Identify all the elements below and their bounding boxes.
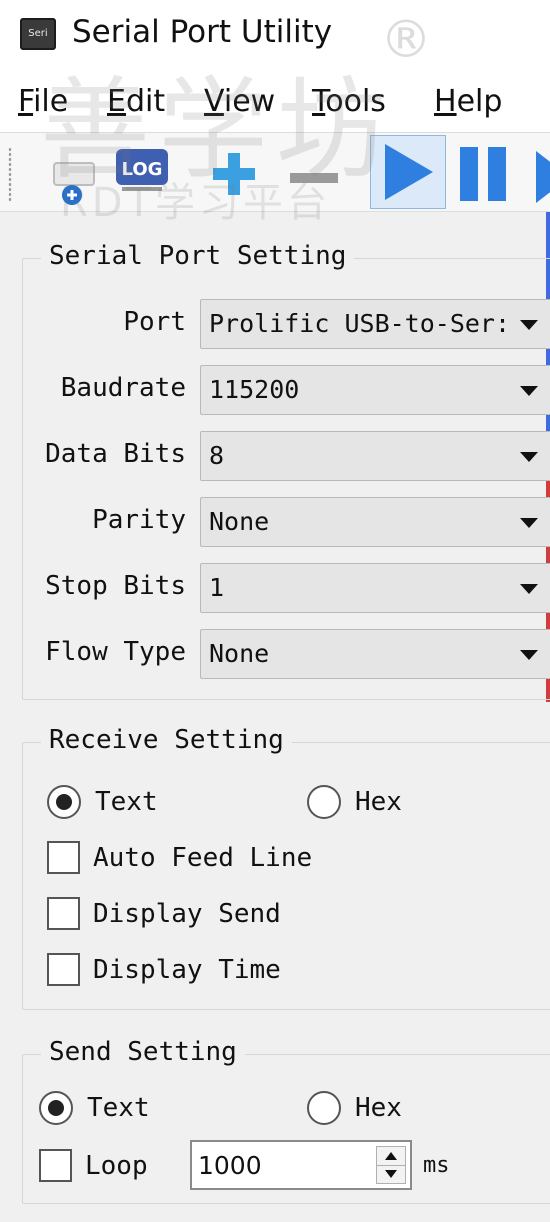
- receive-hex-label: Hex: [355, 787, 402, 817]
- flow-type-value: None: [209, 639, 270, 668]
- auto-feed-line-label: Auto Feed Line: [93, 843, 313, 873]
- menu-tools-mnemonic: T: [312, 84, 326, 119]
- serial-port-setting-title: Serial Port Setting: [41, 241, 355, 271]
- send-text-label: Text: [87, 1093, 150, 1123]
- toolbar-grip[interactable]: [8, 147, 12, 203]
- pause-icon[interactable]: [454, 141, 514, 205]
- loop-label: Loop: [85, 1151, 148, 1181]
- menu-file-label: ile: [33, 84, 69, 119]
- send-text-radio[interactable]: [39, 1091, 73, 1125]
- receive-text-radio[interactable]: [47, 785, 81, 819]
- receive-text-label: Text: [95, 787, 158, 817]
- play-icon[interactable]: [370, 135, 446, 209]
- display-time-label: Display Time: [93, 955, 281, 985]
- interval-unit-label: ms: [423, 1153, 450, 1178]
- menu-file[interactable]: File: [18, 84, 68, 119]
- menu-help[interactable]: Help: [434, 84, 502, 119]
- chevron-down-icon: [520, 584, 538, 594]
- baudrate-select[interactable]: 115200: [200, 365, 550, 415]
- serial-port-setting-group: Serial Port Setting Port Prolific USB-to…: [22, 241, 550, 700]
- chevron-down-icon: [520, 452, 538, 462]
- data-bits-select[interactable]: 8: [200, 431, 550, 481]
- loop-checkbox[interactable]: [39, 1149, 72, 1182]
- data-bits-value: 8: [209, 441, 225, 470]
- flow-type-label: Flow Type: [45, 637, 186, 667]
- log-icon[interactable]: LOG: [112, 141, 172, 205]
- send-hex-label: Hex: [355, 1093, 402, 1123]
- chevron-down-icon: [520, 386, 538, 396]
- loop-interval-spinbox[interactable]: 1000: [190, 1140, 412, 1190]
- plus-icon[interactable]: [204, 141, 264, 205]
- menu-file-mnemonic: F: [18, 84, 34, 119]
- receive-setting-title: Receive Setting: [41, 725, 292, 755]
- parity-label: Parity: [92, 505, 186, 535]
- chevron-down-icon: [520, 320, 538, 330]
- port-select[interactable]: Prolific USB-to-Ser:: [200, 299, 550, 349]
- menu-edit-mnemonic: E: [107, 84, 126, 119]
- chevron-down-icon: [520, 518, 538, 528]
- baudrate-label: Baudrate: [60, 373, 186, 403]
- loop-interval-value: 1000: [198, 1151, 262, 1180]
- chevron-down-icon: [520, 650, 538, 660]
- spin-up-icon[interactable]: [385, 1152, 397, 1160]
- data-bits-label: Data Bits: [45, 439, 186, 469]
- flow-type-select[interactable]: None: [200, 629, 550, 679]
- menu-view-mnemonic: V: [204, 84, 224, 119]
- add-port-icon[interactable]: [40, 141, 104, 205]
- send-setting-title: Send Setting: [41, 1037, 245, 1067]
- send-hex-radio[interactable]: [307, 1091, 341, 1125]
- menu-edit-label: dit: [125, 84, 166, 119]
- baudrate-value: 115200: [209, 375, 300, 404]
- parity-select[interactable]: None: [200, 497, 550, 547]
- window-title: Serial Port Utility: [72, 14, 333, 50]
- menu-bar: File Edit View Tools Help: [0, 72, 550, 132]
- receive-hex-radio[interactable]: [307, 785, 341, 819]
- registered-mark: ®: [380, 10, 432, 70]
- menu-view-label: iew: [223, 84, 276, 119]
- log-icon-text: LOG: [122, 159, 163, 180]
- menu-view[interactable]: View: [204, 84, 275, 119]
- parity-value: None: [209, 507, 270, 536]
- display-send-checkbox[interactable]: [47, 897, 80, 930]
- spin-buttons: [376, 1146, 406, 1184]
- stop-bits-select[interactable]: 1: [200, 563, 550, 613]
- toolbar: LOG: [0, 132, 550, 212]
- menu-tools-label: ools: [325, 84, 386, 119]
- menu-tools[interactable]: Tools: [312, 84, 386, 119]
- menu-edit[interactable]: Edit: [107, 84, 165, 119]
- stop-bits-value: 1: [209, 573, 225, 602]
- spin-down-icon[interactable]: [385, 1170, 397, 1178]
- auto-feed-line-checkbox[interactable]: [47, 841, 80, 874]
- spin-divider: [377, 1165, 405, 1166]
- serial-port-utility-window: Seri Serial Port Utility ® File Edit Vie…: [0, 0, 550, 1222]
- display-time-checkbox[interactable]: [47, 953, 80, 986]
- minus-icon[interactable]: [284, 141, 344, 205]
- next-icon[interactable]: [530, 141, 550, 205]
- menu-help-label: elp: [456, 84, 503, 119]
- receive-setting-group: Receive Setting Text Hex Auto Feed Line …: [22, 725, 550, 1010]
- app-icon: Seri: [20, 18, 56, 50]
- menu-help-mnemonic: H: [434, 84, 457, 119]
- stop-bits-label: Stop Bits: [45, 571, 186, 601]
- title-bar: Seri Serial Port Utility ®: [0, 0, 550, 72]
- display-send-label: Display Send: [93, 899, 281, 929]
- port-label: Port: [123, 307, 186, 337]
- port-value: Prolific USB-to-Ser:: [209, 309, 511, 338]
